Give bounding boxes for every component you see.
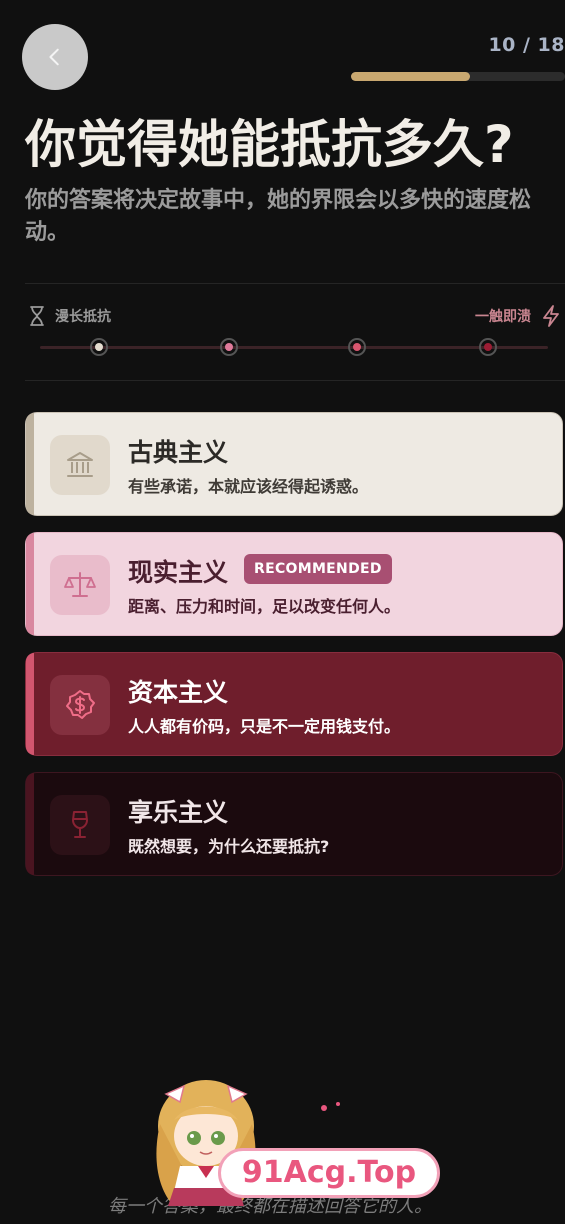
option-card-hedonism[interactable]: 享乐主义 既然想要，为什么还要抵抗? [25,772,563,876]
recommended-badge: RECOMMENDED [244,554,392,584]
options-list: 古典主义 有些承诺，本就应该经得起诱惑。 现实主义 距离、压力和时间，足以改变任… [25,412,563,892]
dollar-badge-icon [50,675,110,735]
hourglass-icon [30,306,44,326]
card-accent [26,653,34,755]
scale-dot-2[interactable] [220,338,238,356]
divider [25,283,565,284]
option-description: 既然想要，为什么还要抵抗? [128,837,330,856]
lightning-icon [543,305,559,327]
back-button[interactable] [22,24,88,90]
option-title: 享乐主义 [128,798,229,827]
option-card-realism[interactable]: 现实主义 距离、压力和时间，足以改变任何人。 [25,532,563,636]
question-title: 你觉得她能抵抗多久? [25,116,514,175]
option-description: 人人都有价码，只是不一定用钱支付。 [128,717,401,736]
divider [25,380,565,381]
scale-right-label: 一触即溃 [475,309,531,325]
card-accent [26,413,34,515]
classical-building-icon [50,435,110,495]
card-accent [26,533,34,635]
scale-dot-3[interactable] [348,338,366,356]
card-accent [26,773,34,875]
progress-bar [351,72,565,81]
option-title: 资本主义 [128,678,229,707]
option-title: 古典主义 [128,438,229,467]
scale-dot-4[interactable] [479,338,497,356]
option-title: 现实主义 [128,558,229,587]
progress-bar-fill [351,72,470,81]
question-subtitle: 你的答案将决定故事中，她的界限会以多快的速度松动。 [25,188,532,245]
scale-left-label: 漫长抵抗 [55,309,111,325]
progress-counter: 10 / 18 [488,34,565,56]
chevron-left-icon [49,48,59,66]
option-card-classicism[interactable]: 古典主义 有些承诺，本就应该经得起诱惑。 [25,412,563,516]
option-description: 距离、压力和时间，足以改变任何人。 [128,597,401,616]
wine-glass-icon [50,795,110,855]
scale-slider-track [40,346,548,349]
option-description: 有些承诺，本就应该经得起诱惑。 [128,477,369,496]
watermark-logo: 91Acg.Top [218,1148,440,1198]
scale-dot-1[interactable] [90,338,108,356]
option-card-capitalism[interactable]: 资本主义 人人都有价码，只是不一定用钱支付。 [25,652,563,756]
balance-scale-icon [50,555,110,615]
